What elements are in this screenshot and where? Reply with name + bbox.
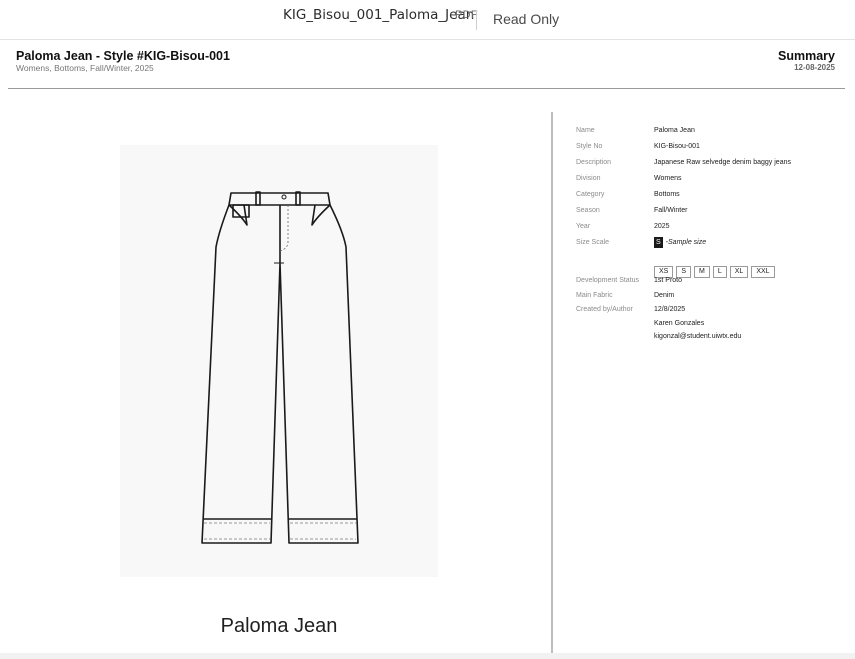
toolbar-divider: [476, 10, 477, 30]
spec-label: Category: [576, 191, 605, 198]
sketch-caption: Paloma Jean: [220, 615, 338, 637]
spec-label: Size Scale: [576, 239, 610, 246]
spec-value: 2025: [654, 223, 670, 230]
spec-row-author-name: Karen Gonzales: [576, 320, 846, 334]
technical-sketch: [120, 145, 438, 577]
spec-value: 1st Proto: [654, 277, 683, 284]
spec-label: Season: [576, 207, 600, 214]
author-name: Karen Gonzales: [654, 320, 705, 327]
spec-label: Main Fabric: [576, 292, 613, 299]
spec-label: Created by/Author: [576, 306, 633, 313]
selected-size-badge: S: [654, 237, 663, 248]
summary-heading: Summary: [778, 49, 835, 63]
header-rule: [8, 88, 845, 89]
pdf-page: Paloma Jean - Style #KIG-Bisou-001 Women…: [0, 41, 855, 659]
read-only-indicator: Read Only: [493, 11, 560, 27]
spec-row-main-fabric: Main Fabric Denim: [576, 292, 846, 306]
spec-row-created-by: Created by/Author 12/8/2025: [576, 306, 846, 320]
spec-label: Development Status: [576, 277, 640, 284]
spec-label: Style No: [576, 143, 603, 150]
spec-value: Fall/Winter: [654, 207, 688, 214]
size-chip-list: XS S M L XL XXL: [654, 260, 778, 278]
column-divider: [551, 112, 553, 653]
page-bottom-edge: [0, 653, 855, 659]
spec-value: KIG-Bisou-001: [654, 143, 700, 150]
spec-label: Year: [576, 223, 591, 230]
spec-value: Womens: [654, 175, 682, 182]
spec-value: 12/8/2025: [654, 306, 686, 313]
spec-row-year: Year 2025: [576, 223, 846, 237]
spec-row-name: Name Paloma Jean: [576, 127, 846, 141]
spec-row-category: Category Bottoms: [576, 191, 846, 205]
page-subtitle: Womens, Bottoms, Fall/Winter, 2025: [16, 63, 154, 73]
spec-value: Paloma Jean: [654, 127, 695, 134]
page-title: Paloma Jean - Style #KIG-Bisou-001: [16, 49, 230, 63]
spec-value: Bottoms: [654, 191, 680, 198]
spec-row-style-no: Style No KIG-Bisou-001: [576, 143, 846, 157]
spec-row-author-email: kigonzal@student.uiwtx.edu: [576, 333, 846, 347]
author-email: kigonzal@student.uiwtx.edu: [654, 333, 742, 340]
spec-row-division: Division Womens: [576, 175, 846, 189]
spec-row-development-status: Development Status 1st Proto: [576, 277, 846, 291]
spec-label: Name: [576, 127, 595, 134]
spec-row-season: Season Fall/Winter: [576, 207, 846, 221]
spec-label: Division: [576, 175, 601, 182]
document-type-badge: PDF: [455, 9, 478, 21]
viewer-toolbar: KIG_Bisou_001_Paloma_Jean PDF Read Only: [0, 0, 855, 40]
size-scale-value: S -Sample size: [654, 237, 706, 248]
document-title: KIG_Bisou_001_Paloma_Jean: [283, 7, 475, 23]
spec-row-description: Description Japanese Raw selvedge denim …: [576, 159, 846, 173]
sample-size-note: -Sample size: [665, 239, 707, 246]
spec-value: Japanese Raw selvedge denim baggy jeans: [654, 159, 791, 166]
spec-row-size-scale: Size Scale S -Sample size: [576, 237, 846, 253]
spec-value: Denim: [654, 292, 675, 299]
summary-date: 12-08-2025: [794, 63, 835, 72]
spec-label: Description: [576, 159, 612, 166]
jeans-flat-sketch-drawing: [201, 191, 359, 544]
